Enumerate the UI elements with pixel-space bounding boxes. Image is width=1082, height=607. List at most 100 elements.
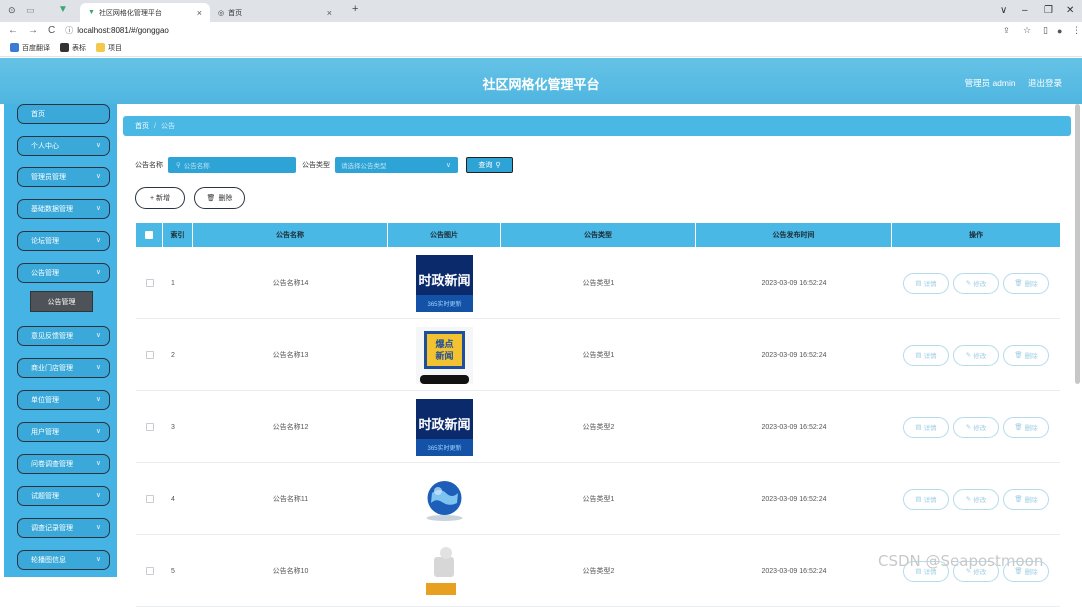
chevron-down-icon: ∨: [95, 428, 101, 435]
bookmark-biaobiao[interactable]: 表标: [60, 43, 86, 53]
app-title: 社区网格化管理平台: [482, 77, 600, 92]
row-checkbox[interactable]: [145, 423, 154, 431]
sidebar-item-forum[interactable]: 论坛管理 ∨: [17, 231, 110, 251]
delete-button[interactable]: 🗑 删除: [1003, 488, 1049, 510]
notice-image-news[interactable]: 时政新闻 365实时更新: [416, 254, 473, 312]
page-scrollbar[interactable]: [1075, 104, 1080, 384]
row-name: 公告名称10: [272, 568, 309, 575]
sidebar-item-basic-data[interactable]: 基础数据管理 ∨: [17, 199, 110, 219]
profile-icon[interactable]: ●: [1057, 26, 1062, 36]
bookmark-baidu-translate[interactable]: 百度翻译: [10, 43, 50, 53]
sidebar-item-survey[interactable]: 问卷调查管理 ∨: [17, 454, 110, 474]
edit-icon: ✎: [965, 280, 972, 287]
edit-button[interactable]: ✎ 修改: [953, 416, 999, 438]
back-icon[interactable]: ←: [8, 25, 18, 36]
search-icon: ⚲: [495, 161, 501, 169]
minimize-icon[interactable]: –: [1022, 5, 1028, 16]
sidebar-item-survey-records[interactable]: 调查记录管理 ∨: [17, 518, 110, 538]
sidebar-item-units[interactable]: 单位管理 ∨: [17, 390, 110, 410]
browser-menu-icon[interactable]: ⊙: [8, 5, 16, 16]
forward-icon[interactable]: →: [28, 25, 38, 36]
chevron-down-icon: ∨: [95, 460, 101, 467]
header-time: 公告发布时间: [696, 223, 892, 247]
row-actions: ▤ 详情 ✎ 修改 🗑 删除: [892, 535, 1060, 607]
sidebar-item-home[interactable]: 首页: [17, 104, 110, 124]
notice-image-figure[interactable]: [416, 543, 473, 600]
tab-search-icon[interactable]: ∨: [1000, 5, 1007, 16]
svg-text:365实时更新: 365实时更新: [427, 300, 461, 308]
delete-button[interactable]: 🗑 删除: [1003, 272, 1049, 294]
header-checkbox-cell: [136, 223, 163, 247]
maximize-icon[interactable]: ❐: [1044, 5, 1053, 16]
row-checkbox[interactable]: [145, 351, 154, 359]
select-all-checkbox[interactable]: [145, 231, 153, 239]
row-index: 1: [171, 279, 175, 287]
sidebar-subitem-notice[interactable]: 公告管理: [30, 291, 93, 312]
trash-icon: 🗑: [1014, 280, 1023, 287]
detail-button[interactable]: ▤ 详情: [903, 272, 949, 294]
sidepanel-icon[interactable]: ▯: [1043, 25, 1048, 36]
add-button[interactable]: + 新增: [135, 187, 185, 209]
row-type: 公告类型1: [582, 280, 615, 287]
row-time: 2023-03-09 16:52:24: [761, 495, 827, 503]
tab-close-icon[interactable]: ×: [197, 8, 202, 18]
tab-group-icon[interactable]: ▭: [26, 5, 35, 16]
reload-icon[interactable]: C: [48, 25, 55, 36]
header-index: 索引: [163, 223, 193, 247]
chevron-down-icon: ∨: [95, 492, 101, 499]
kebab-menu-icon[interactable]: ⋮: [1072, 25, 1081, 36]
detail-button[interactable]: ▤ 详情: [903, 488, 949, 510]
breadcrumb-home[interactable]: 首页: [135, 121, 149, 131]
sidebar-item-personal[interactable]: 个人中心 ∨: [17, 136, 110, 156]
sidebar-item-users[interactable]: 用户管理 ∨: [17, 422, 110, 442]
chevron-down-icon: ∨: [95, 396, 101, 403]
row-index: 4: [171, 495, 175, 503]
detail-button[interactable]: ▤ 详情: [903, 416, 949, 438]
address-bar-row: ← → C ⓘ localhost:8081/#/gonggao ⇪ ☆ ▯ ●…: [0, 22, 1082, 39]
row-checkbox[interactable]: [145, 495, 154, 503]
row-type: 公告类型2: [582, 568, 615, 575]
sidebar-item-notice[interactable]: 公告管理 ∨: [17, 263, 110, 283]
delete-button[interactable]: 🗑 删除: [1003, 344, 1049, 366]
notice-image-globe[interactable]: [416, 471, 473, 528]
detail-button[interactable]: ▤ 详情: [903, 344, 949, 366]
sidebar-item-admins[interactable]: 管理员管理 ∨: [17, 167, 110, 187]
header-image: 公告图片: [388, 223, 501, 247]
notice-name-input[interactable]: ⚲ 公告名称: [168, 156, 296, 173]
detail-icon: ▤: [915, 280, 922, 287]
table-row: 3 公告名称12 时政新闻 365实时更新 公告类型2 2023-03-09 1…: [136, 391, 1060, 463]
close-window-icon[interactable]: ✕: [1066, 5, 1074, 16]
current-user: 管理员 admin: [964, 78, 1016, 88]
tab-active[interactable]: ▼ 社区网格化管理平台 ×: [80, 3, 210, 22]
query-button[interactable]: 查询 ⚲: [466, 156, 513, 173]
batch-delete-button[interactable]: 🗑 删除: [194, 187, 245, 209]
search-form: 公告名称 ⚲ 公告名称 公告类型 请选择公告类型 ∨ 查询 ⚲: [135, 156, 513, 173]
sidebar-item-feedback[interactable]: 意见反馈管理 ∨: [17, 326, 110, 346]
tab-close-icon[interactable]: ×: [327, 8, 332, 18]
url-field[interactable]: localhost:8081/#/gonggao: [77, 26, 169, 35]
notice-image-news[interactable]: 时政新闻 365实时更新: [416, 398, 473, 456]
notice-image-hot-news[interactable]: 爆点 新闻: [416, 326, 473, 384]
logout-link[interactable]: 退出登录: [1028, 78, 1062, 88]
new-tab-button[interactable]: +: [352, 3, 358, 15]
edit-button[interactable]: ✎ 修改: [953, 272, 999, 294]
sidebar-item-questions[interactable]: 试题管理 ∨: [17, 486, 110, 506]
row-checkbox[interactable]: [145, 279, 154, 287]
edit-button[interactable]: ✎ 修改: [953, 488, 999, 510]
row-type: 公告类型1: [582, 496, 615, 503]
edit-button[interactable]: ✎ 修改: [953, 344, 999, 366]
tab-label: 首页: [228, 9, 243, 17]
sidebar-item-stores[interactable]: 商业门店管理 ∨: [17, 358, 110, 378]
svg-text:爆点: 爆点: [435, 338, 453, 349]
chevron-down-icon: ∨: [95, 332, 101, 339]
folder-icon: [96, 43, 105, 52]
tab-inactive[interactable]: ◎ 首页 ×: [210, 3, 340, 22]
delete-button[interactable]: 🗑 删除: [1003, 416, 1049, 438]
star-icon[interactable]: ☆: [1023, 25, 1031, 36]
row-checkbox[interactable]: [145, 567, 154, 575]
bookmark-project[interactable]: 项目: [96, 43, 122, 53]
sidebar-item-carousel[interactable]: 轮播图信息 ∨: [17, 550, 110, 570]
share-icon[interactable]: ⇪: [1003, 26, 1010, 35]
notice-type-select[interactable]: 请选择公告类型 ∨: [335, 156, 458, 173]
header-name: 公告名称: [193, 223, 388, 247]
